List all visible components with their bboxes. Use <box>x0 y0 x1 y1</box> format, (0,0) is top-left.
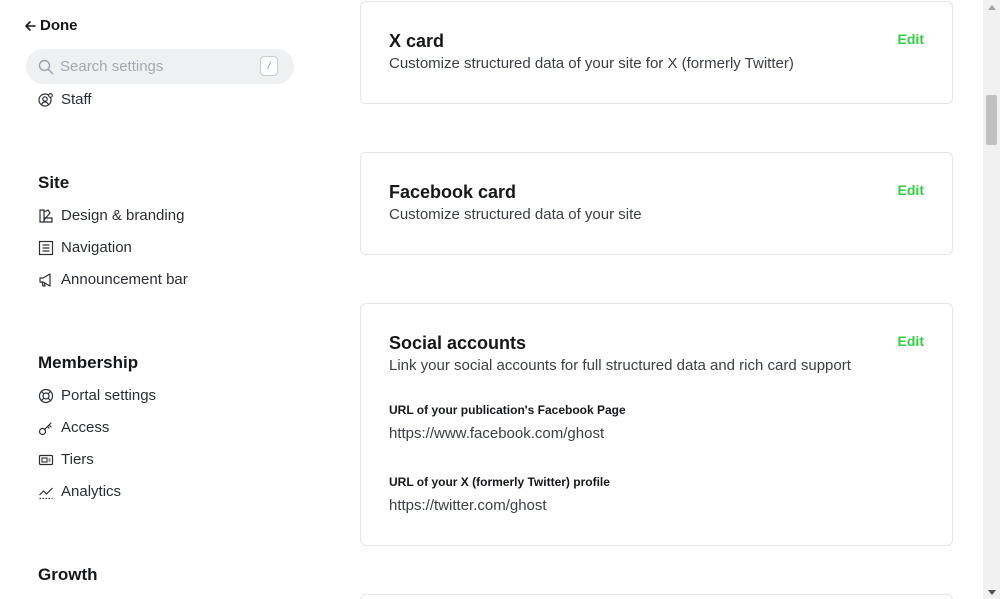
sidebar-item-announcement-bar[interactable]: Announcement bar <box>38 271 188 288</box>
section-title-site: Site <box>38 173 70 192</box>
sidebar-item-staff[interactable]: Staff <box>38 91 92 108</box>
sidebar-item-tiers[interactable]: Tiers <box>38 451 94 468</box>
sidebar-item-access[interactable]: Access <box>38 419 109 436</box>
sidebar-item-label: Announcement bar <box>61 271 188 288</box>
analytics-icon <box>39 487 53 499</box>
social-accounts-edit-button[interactable]: Edit <box>898 333 924 349</box>
settings-sidebar: Done / Staff Site Design & branding Navi… <box>0 0 320 599</box>
x-card-edit-button[interactable]: Edit <box>898 31 924 47</box>
key-icon <box>38 421 52 435</box>
search-box[interactable]: / <box>26 49 294 84</box>
scrollbar[interactable] <box>983 0 1000 599</box>
staff-icon <box>38 92 53 107</box>
done-button[interactable]: Done <box>24 17 78 34</box>
scroll-thumb[interactable] <box>986 95 997 145</box>
social-accounts-description: Link your social accounts for full struc… <box>389 357 851 374</box>
facebook-card-section: Facebook card Customize structured data … <box>360 152 953 255</box>
facebook-card-edit-button[interactable]: Edit <box>898 182 924 198</box>
search-input[interactable] <box>60 58 250 75</box>
sidebar-item-portal-settings[interactable]: Portal settings <box>38 387 156 404</box>
sidebar-item-navigation[interactable]: Navigation <box>38 239 132 256</box>
x-card-title: X card <box>389 31 445 51</box>
scroll-up-arrow[interactable] <box>983 0 1000 14</box>
sidebar-item-label: Tiers <box>61 451 94 468</box>
social-accounts-title: Social accounts <box>389 333 527 353</box>
section-title-growth: Growth <box>38 565 98 584</box>
search-shortcut-key: / <box>260 56 278 76</box>
navigation-icon <box>38 240 54 255</box>
done-label: Done <box>40 17 78 34</box>
chevron-down-icon <box>987 589 996 595</box>
facebook-card-title: Facebook card <box>389 182 517 202</box>
sidebar-item-label: Staff <box>61 91 92 108</box>
sidebar-item-label: Design & branding <box>61 207 185 224</box>
portal-icon <box>38 388 54 403</box>
search-icon <box>38 59 54 74</box>
section-title-membership: Membership <box>38 353 139 372</box>
sidebar-item-label: Navigation <box>61 239 132 256</box>
sidebar-item-analytics[interactable]: Analytics <box>38 483 121 500</box>
tiers-icon <box>38 454 54 465</box>
facebook-url-value: https://www.facebook.com/ghost <box>389 425 605 442</box>
sidebar-item-design-branding[interactable]: Design & branding <box>38 207 184 224</box>
scroll-down-arrow[interactable] <box>983 585 1000 599</box>
chevron-up-icon <box>987 4 996 10</box>
social-accounts-section: Social accounts Link your social account… <box>360 303 953 546</box>
next-card-section <box>360 594 953 599</box>
x-card-section: X card Customize structured data of your… <box>360 1 953 104</box>
twitter-url-label: URL of your X (formerly Twitter) profile <box>389 475 610 489</box>
sidebar-item-label: Access <box>61 419 110 436</box>
sidebar-item-label: Portal settings <box>61 387 157 404</box>
x-card-description: Customize structured data of your site f… <box>389 55 794 72</box>
megaphone-icon <box>39 272 51 287</box>
facebook-url-label: URL of your publication's Facebook Page <box>389 403 626 417</box>
facebook-card-description: Customize structured data of your site <box>389 206 642 223</box>
sidebar-item-label: Analytics <box>61 483 122 500</box>
twitter-url-value: https://twitter.com/ghost <box>389 497 547 514</box>
brush-icon <box>39 208 53 223</box>
arrow-left-icon <box>25 20 36 31</box>
